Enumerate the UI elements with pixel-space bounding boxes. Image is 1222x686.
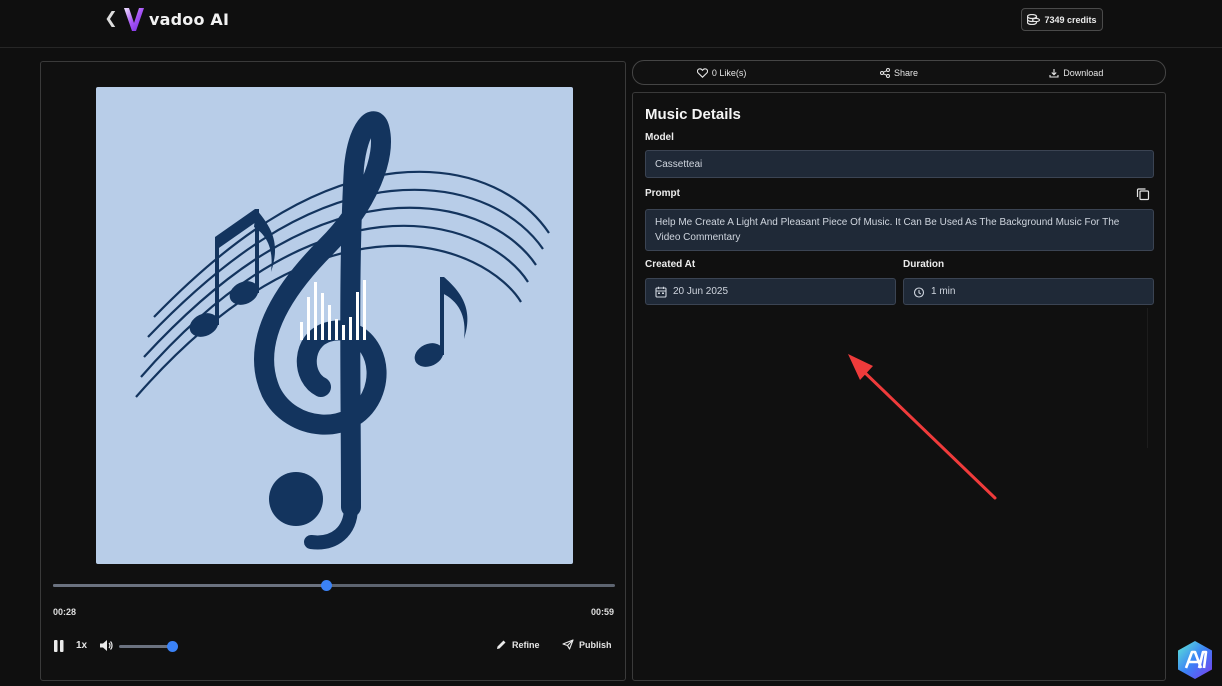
credits-label: 7349 credits bbox=[1044, 14, 1097, 25]
download-button[interactable]: Download bbox=[988, 61, 1165, 84]
send-icon bbox=[562, 639, 574, 650]
seek-bar-handle[interactable] bbox=[320, 580, 332, 591]
model-field[interactable]: Cassetteai bbox=[645, 150, 1154, 178]
duration-value: 1 min bbox=[931, 286, 956, 297]
action-bar: 0 Like(s) Share Download bbox=[632, 60, 1166, 85]
playback-speed-button[interactable]: 1x bbox=[76, 640, 87, 651]
share-label: Share bbox=[893, 67, 918, 78]
duration-label: Duration bbox=[903, 259, 945, 270]
pencil-icon bbox=[497, 640, 506, 649]
prompt-label: Prompt bbox=[645, 188, 680, 199]
credits-badge[interactable]: 7349 credits bbox=[1021, 8, 1103, 31]
app-logo[interactable]: vadoo AI bbox=[123, 5, 229, 33]
publish-button[interactable]: Publish bbox=[562, 639, 612, 650]
volume-slider[interactable] bbox=[119, 641, 178, 652]
model-label: Model bbox=[645, 132, 674, 143]
likes-label: 0 Like(s) bbox=[711, 67, 747, 78]
publish-label: Publish bbox=[579, 639, 612, 650]
scroll-divider bbox=[1147, 308, 1148, 448]
player-controls: 1x Refine Publish bbox=[53, 638, 615, 654]
coins-icon bbox=[1027, 14, 1041, 25]
chevron-left-icon[interactable]: ❮ bbox=[102, 10, 120, 28]
share-icon bbox=[879, 67, 890, 78]
player-card: 00:28 00:59 1x Refine Publish bbox=[40, 61, 626, 681]
refine-button[interactable]: Refine bbox=[496, 639, 540, 650]
logo-icon bbox=[124, 8, 144, 31]
timer-icon bbox=[913, 286, 925, 298]
volume-slider-handle[interactable] bbox=[167, 641, 178, 652]
music-details-panel: Music Details Model Cassetteai Prompt He… bbox=[632, 92, 1166, 681]
download-label: Download bbox=[1063, 67, 1104, 78]
pause-icon[interactable] bbox=[53, 640, 65, 652]
album-cover bbox=[96, 87, 573, 564]
calendar-icon bbox=[655, 286, 667, 298]
heart-icon bbox=[696, 67, 708, 78]
app-name: vadoo AI bbox=[149, 9, 230, 29]
created-at-field[interactable]: 20 Jun 2025 bbox=[645, 278, 896, 305]
seek-bar[interactable] bbox=[53, 580, 615, 591]
duration-field[interactable]: 1 min bbox=[903, 278, 1154, 305]
current-time: 00:28 bbox=[53, 607, 77, 617]
prompt-field[interactable]: Help Me Create A Light And Pleasant Piec… bbox=[645, 209, 1154, 251]
refine-label: Refine bbox=[512, 639, 540, 650]
created-at-label: Created At bbox=[645, 259, 696, 270]
seek-bar-fill bbox=[53, 584, 326, 587]
copy-icon[interactable] bbox=[1136, 187, 1150, 201]
details-title: Music Details bbox=[645, 106, 741, 123]
download-icon bbox=[1049, 68, 1059, 78]
assistant-fab-icon[interactable] bbox=[1175, 640, 1215, 680]
share-button[interactable]: Share bbox=[810, 61, 987, 84]
top-bar: ❮ vadoo AI 7349 credits bbox=[0, 0, 1222, 48]
created-at-value: 20 Jun 2025 bbox=[673, 286, 729, 297]
volume-icon[interactable] bbox=[99, 639, 113, 652]
treble-clef-artwork bbox=[135, 111, 550, 550]
like-button[interactable]: 0 Like(s) bbox=[633, 61, 810, 84]
total-time: 00:59 bbox=[590, 607, 614, 617]
